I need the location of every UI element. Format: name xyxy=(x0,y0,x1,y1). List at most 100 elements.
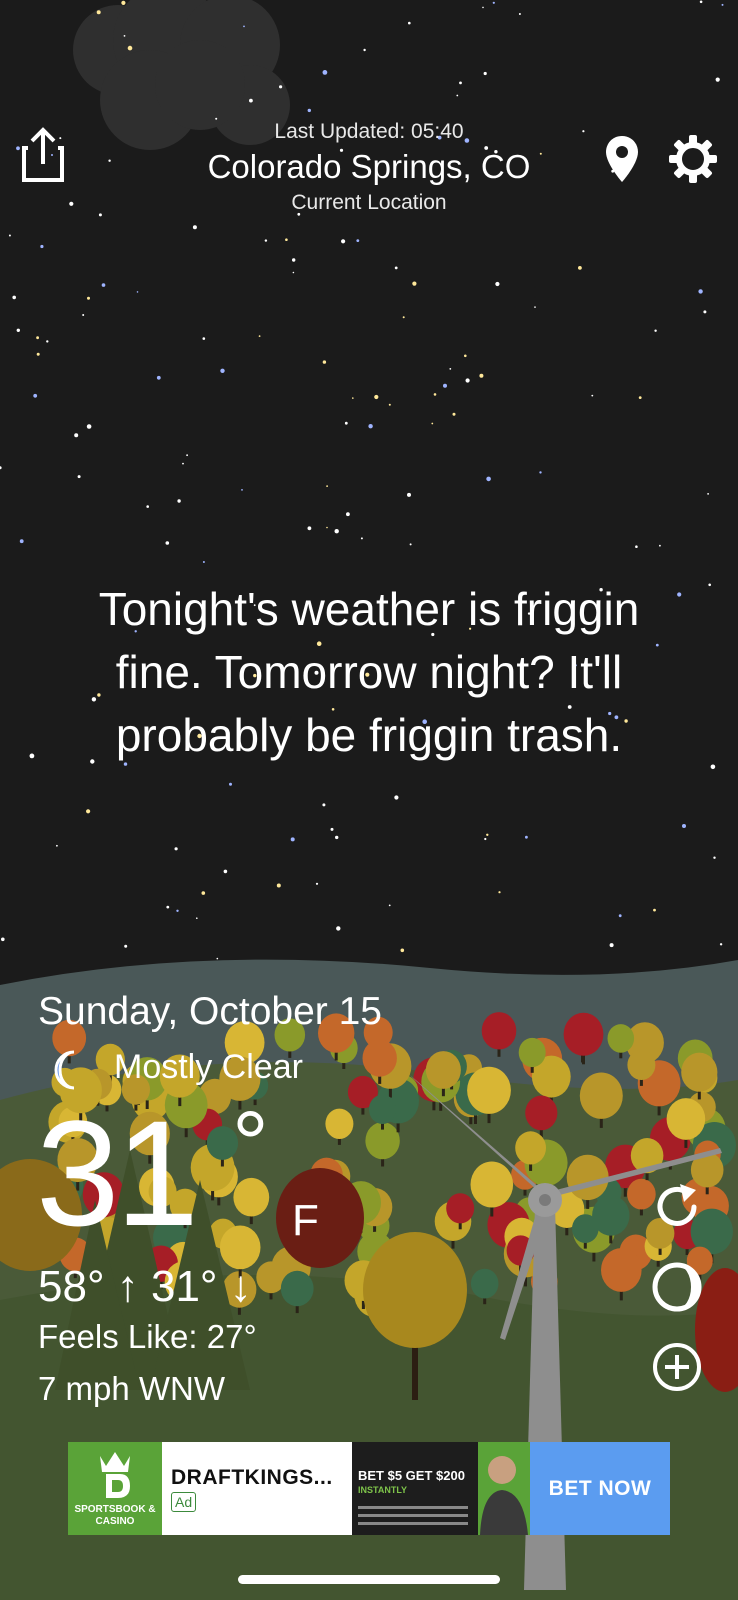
star xyxy=(124,944,128,948)
star xyxy=(479,373,484,378)
star xyxy=(290,837,295,842)
star xyxy=(518,13,521,15)
star xyxy=(433,393,437,396)
star xyxy=(165,541,170,545)
ad-cta-label: BET NOW xyxy=(548,1477,652,1500)
star xyxy=(708,583,711,587)
theme-toggle-button[interactable] xyxy=(650,1260,704,1314)
star xyxy=(653,908,656,912)
location-button[interactable] xyxy=(604,134,640,184)
star xyxy=(578,266,582,270)
star xyxy=(87,296,90,300)
star xyxy=(486,833,489,836)
ad-banner[interactable]: SPORTSBOOK & CASINO DRAFTKINGS... Ad BET… xyxy=(68,1442,670,1535)
star xyxy=(654,329,657,332)
refresh-icon xyxy=(657,1184,697,1226)
star xyxy=(276,883,281,888)
star xyxy=(186,454,189,457)
settings-button[interactable] xyxy=(668,134,718,184)
star xyxy=(344,421,348,425)
star xyxy=(443,383,447,388)
star xyxy=(699,0,703,4)
star xyxy=(258,335,261,337)
star xyxy=(74,433,79,438)
star xyxy=(638,396,642,399)
star xyxy=(264,239,268,242)
star xyxy=(635,545,638,548)
home-indicator[interactable] xyxy=(238,1575,500,1584)
star xyxy=(402,316,405,319)
star xyxy=(326,526,328,529)
star xyxy=(346,512,350,517)
star xyxy=(659,544,661,547)
star xyxy=(322,803,326,807)
star xyxy=(292,258,296,262)
star xyxy=(176,909,179,912)
star xyxy=(456,94,459,97)
star xyxy=(101,283,106,287)
star xyxy=(483,71,487,76)
high-low-temperatures: 58° ↑ 31° ↓ xyxy=(38,1262,252,1311)
star xyxy=(400,948,405,953)
weather-scene-illustration xyxy=(0,0,738,1600)
star xyxy=(322,360,327,364)
feels-like: Feels Like: 27° xyxy=(38,1318,257,1355)
ad-promo-image: BET $5 GET $200 INSTANTLY xyxy=(352,1442,530,1535)
star xyxy=(77,475,81,479)
star xyxy=(192,225,197,230)
refresh-button[interactable] xyxy=(650,1180,704,1234)
star xyxy=(223,869,228,874)
star xyxy=(146,505,149,508)
star xyxy=(394,795,399,800)
forecast-quip: Tonight's weather is friggin fine. Tomor… xyxy=(98,583,640,761)
star xyxy=(182,462,184,465)
star xyxy=(591,394,594,397)
star xyxy=(127,45,133,51)
star xyxy=(307,108,311,113)
star xyxy=(229,782,232,786)
star xyxy=(431,422,434,425)
star xyxy=(201,891,206,895)
condition-label: Mostly Clear xyxy=(114,1048,303,1086)
star xyxy=(388,904,391,907)
draftkings-crown-icon xyxy=(100,1452,130,1498)
star xyxy=(86,809,91,814)
star xyxy=(394,266,398,270)
star xyxy=(243,25,245,28)
star xyxy=(452,412,456,416)
star xyxy=(618,914,622,918)
star xyxy=(315,882,319,885)
star xyxy=(374,394,379,400)
star xyxy=(352,397,354,399)
star xyxy=(166,905,170,909)
gear-icon xyxy=(669,135,717,183)
ad-cta-button[interactable]: BET NOW xyxy=(530,1442,670,1535)
star xyxy=(12,295,16,300)
ad-logo-text: SPORTSBOOK & CASINO xyxy=(74,1504,156,1527)
star xyxy=(86,424,92,429)
star xyxy=(29,753,35,759)
star xyxy=(360,537,363,540)
current-date: Sunday, October 15 xyxy=(38,990,382,1033)
weather-screen: Last Updated: 05:40 Colorado Springs, CO… xyxy=(0,0,738,1600)
star xyxy=(465,378,470,383)
temperature-unit[interactable]: F xyxy=(292,1196,319,1246)
star xyxy=(495,281,500,287)
star xyxy=(36,352,40,356)
star xyxy=(136,291,139,293)
star xyxy=(525,835,528,839)
star xyxy=(33,393,38,398)
star xyxy=(334,529,339,534)
star xyxy=(322,70,328,75)
star xyxy=(292,271,295,274)
star xyxy=(484,837,487,841)
add-location-button[interactable] xyxy=(650,1340,704,1394)
star xyxy=(56,844,58,847)
star xyxy=(285,238,288,241)
star xyxy=(156,375,161,380)
star xyxy=(330,827,334,831)
star xyxy=(123,35,126,37)
location-subtitle: Current Location xyxy=(291,191,447,214)
ad-logo: SPORTSBOOK & CASINO xyxy=(68,1442,162,1535)
star xyxy=(40,244,44,249)
